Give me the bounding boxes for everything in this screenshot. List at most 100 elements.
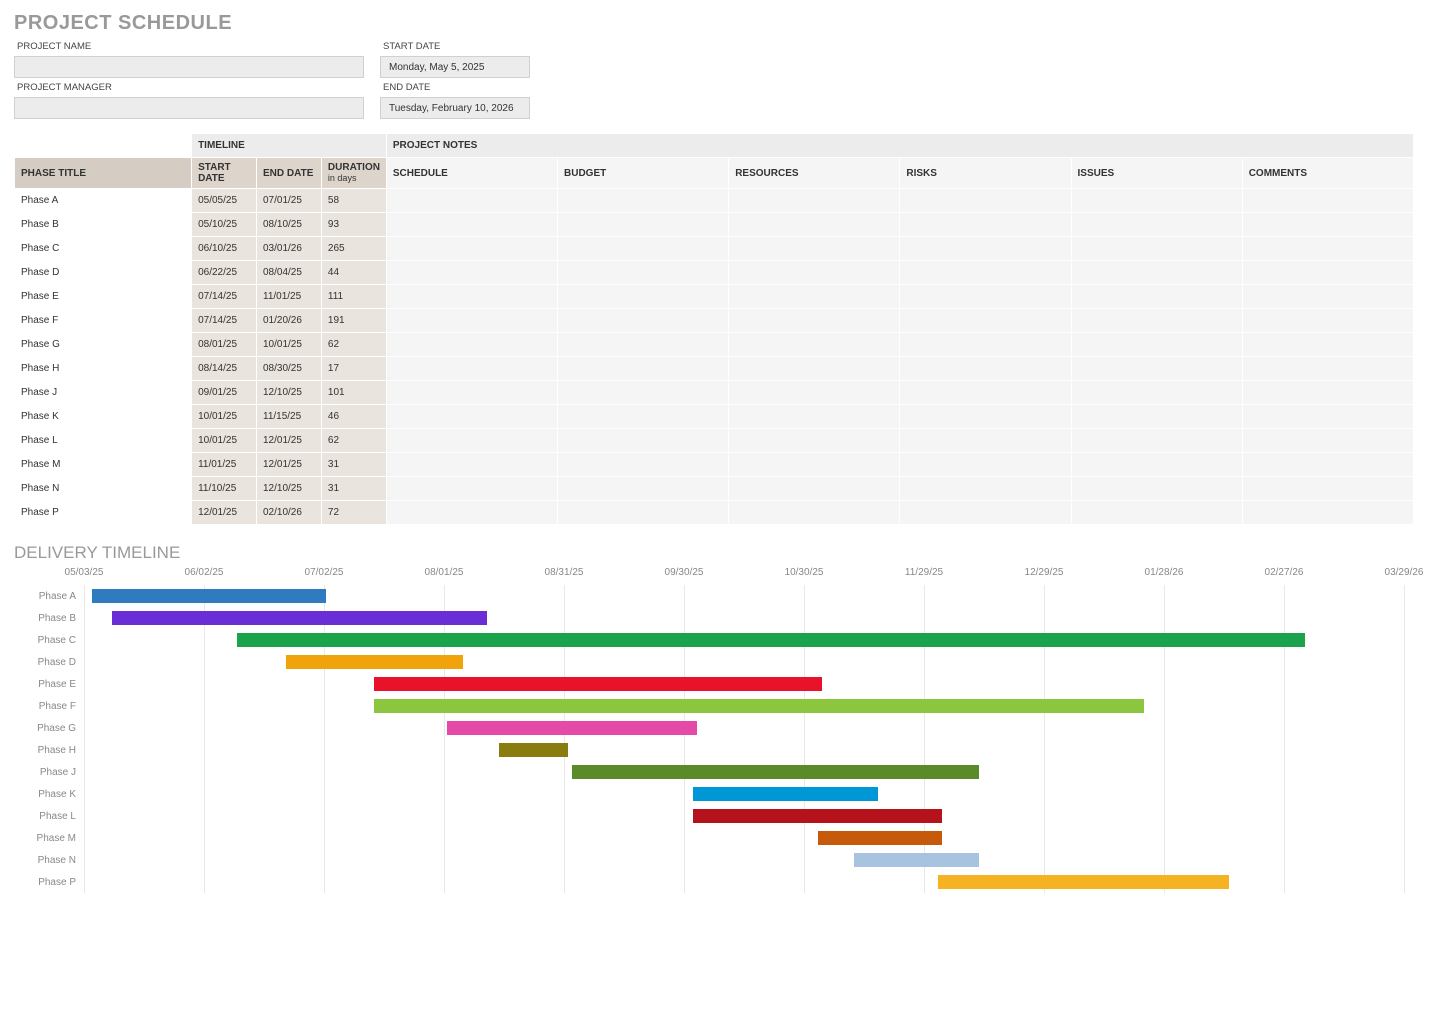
phase-title-cell[interactable]: Phase N (15, 477, 192, 501)
schedule-cell[interactable] (386, 453, 557, 477)
start-date-cell[interactable]: 06/10/25 (192, 237, 257, 261)
issues-cell[interactable] (1071, 309, 1242, 333)
budget-cell[interactable] (558, 237, 729, 261)
resources-cell[interactable] (729, 213, 900, 237)
budget-cell[interactable] (558, 213, 729, 237)
budget-cell[interactable] (558, 189, 729, 213)
duration-cell[interactable]: 265 (321, 237, 386, 261)
risks-cell[interactable] (900, 357, 1071, 381)
duration-cell[interactable]: 46 (321, 405, 386, 429)
issues-cell[interactable] (1071, 429, 1242, 453)
duration-cell[interactable]: 101 (321, 381, 386, 405)
schedule-cell[interactable] (386, 381, 557, 405)
budget-cell[interactable] (558, 333, 729, 357)
issues-cell[interactable] (1071, 285, 1242, 309)
phase-title-cell[interactable]: Phase K (15, 405, 192, 429)
comments-cell[interactable] (1242, 429, 1413, 453)
comments-cell[interactable] (1242, 237, 1413, 261)
end-date-cell[interactable]: 12/10/25 (257, 381, 322, 405)
schedule-cell[interactable] (386, 237, 557, 261)
start-date-cell[interactable]: 05/05/25 (192, 189, 257, 213)
duration-cell[interactable]: 93 (321, 213, 386, 237)
risks-cell[interactable] (900, 381, 1071, 405)
comments-cell[interactable] (1242, 189, 1413, 213)
comments-cell[interactable] (1242, 357, 1413, 381)
comments-cell[interactable] (1242, 501, 1413, 525)
comments-cell[interactable] (1242, 285, 1413, 309)
phase-title-cell[interactable]: Phase C (15, 237, 192, 261)
project-manager-field[interactable] (14, 97, 364, 119)
schedule-cell[interactable] (386, 261, 557, 285)
resources-cell[interactable] (729, 357, 900, 381)
phase-title-cell[interactable]: Phase B (15, 213, 192, 237)
phase-title-cell[interactable]: Phase A (15, 189, 192, 213)
budget-cell[interactable] (558, 285, 729, 309)
comments-cell[interactable] (1242, 213, 1413, 237)
issues-cell[interactable] (1071, 261, 1242, 285)
issues-cell[interactable] (1071, 477, 1242, 501)
resources-cell[interactable] (729, 429, 900, 453)
duration-cell[interactable]: 44 (321, 261, 386, 285)
budget-cell[interactable] (558, 309, 729, 333)
end-date-field[interactable]: Tuesday, February 10, 2026 (380, 97, 530, 119)
risks-cell[interactable] (900, 477, 1071, 501)
risks-cell[interactable] (900, 333, 1071, 357)
duration-cell[interactable]: 62 (321, 429, 386, 453)
issues-cell[interactable] (1071, 453, 1242, 477)
duration-cell[interactable]: 58 (321, 189, 386, 213)
comments-cell[interactable] (1242, 261, 1413, 285)
start-date-cell[interactable]: 05/10/25 (192, 213, 257, 237)
start-date-cell[interactable]: 11/01/25 (192, 453, 257, 477)
issues-cell[interactable] (1071, 189, 1242, 213)
phase-title-cell[interactable]: Phase P (15, 501, 192, 525)
risks-cell[interactable] (900, 237, 1071, 261)
budget-cell[interactable] (558, 405, 729, 429)
resources-cell[interactable] (729, 453, 900, 477)
schedule-cell[interactable] (386, 285, 557, 309)
comments-cell[interactable] (1242, 381, 1413, 405)
start-date-cell[interactable]: 12/01/25 (192, 501, 257, 525)
phase-title-cell[interactable]: Phase F (15, 309, 192, 333)
schedule-cell[interactable] (386, 309, 557, 333)
comments-cell[interactable] (1242, 477, 1413, 501)
schedule-cell[interactable] (386, 405, 557, 429)
end-date-cell[interactable]: 12/10/25 (257, 477, 322, 501)
start-date-cell[interactable]: 10/01/25 (192, 429, 257, 453)
end-date-cell[interactable]: 01/20/26 (257, 309, 322, 333)
duration-cell[interactable]: 31 (321, 477, 386, 501)
issues-cell[interactable] (1071, 381, 1242, 405)
end-date-cell[interactable]: 11/01/25 (257, 285, 322, 309)
end-date-cell[interactable]: 12/01/25 (257, 429, 322, 453)
risks-cell[interactable] (900, 501, 1071, 525)
risks-cell[interactable] (900, 309, 1071, 333)
end-date-cell[interactable]: 08/04/25 (257, 261, 322, 285)
start-date-cell[interactable]: 10/01/25 (192, 405, 257, 429)
comments-cell[interactable] (1242, 453, 1413, 477)
start-date-cell[interactable]: 08/01/25 (192, 333, 257, 357)
phase-title-cell[interactable]: Phase E (15, 285, 192, 309)
resources-cell[interactable] (729, 405, 900, 429)
budget-cell[interactable] (558, 381, 729, 405)
schedule-cell[interactable] (386, 477, 557, 501)
duration-cell[interactable]: 31 (321, 453, 386, 477)
resources-cell[interactable] (729, 261, 900, 285)
resources-cell[interactable] (729, 381, 900, 405)
issues-cell[interactable] (1071, 357, 1242, 381)
issues-cell[interactable] (1071, 213, 1242, 237)
duration-cell[interactable]: 111 (321, 285, 386, 309)
budget-cell[interactable] (558, 453, 729, 477)
resources-cell[interactable] (729, 333, 900, 357)
budget-cell[interactable] (558, 357, 729, 381)
end-date-cell[interactable]: 02/10/26 (257, 501, 322, 525)
comments-cell[interactable] (1242, 333, 1413, 357)
end-date-cell[interactable]: 07/01/25 (257, 189, 322, 213)
resources-cell[interactable] (729, 477, 900, 501)
issues-cell[interactable] (1071, 405, 1242, 429)
resources-cell[interactable] (729, 309, 900, 333)
end-date-cell[interactable]: 03/01/26 (257, 237, 322, 261)
budget-cell[interactable] (558, 429, 729, 453)
schedule-cell[interactable] (386, 357, 557, 381)
phase-title-cell[interactable]: Phase M (15, 453, 192, 477)
end-date-cell[interactable]: 08/10/25 (257, 213, 322, 237)
risks-cell[interactable] (900, 453, 1071, 477)
